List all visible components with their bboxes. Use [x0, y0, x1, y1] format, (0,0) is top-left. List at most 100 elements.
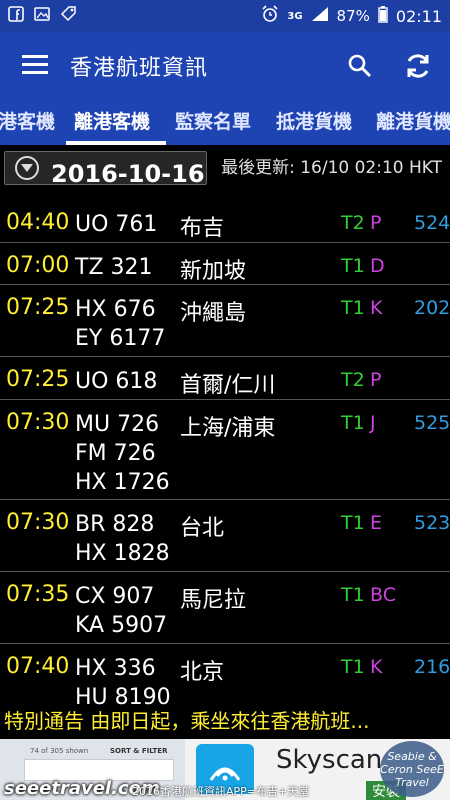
destination: 北京: [180, 660, 225, 685]
status-bar: 3G 87% 02:11: [0, 0, 450, 32]
selected-date: 2016-10-16: [51, 160, 205, 185]
facebook-icon: [8, 6, 24, 26]
tab-watch-list[interactable]: 監察名單: [175, 100, 251, 145]
flight-numbers: CX 907 KA 5907: [75, 582, 167, 640]
flight-list: 04:40 UO 761 布吉 T2 P 524 07:00 TZ 321 新加…: [0, 200, 450, 716]
terminal: T1: [341, 584, 365, 606]
flight-numbers: HX 676 EY 6177: [75, 295, 165, 353]
flight-number: HX 676: [75, 297, 156, 322]
departure-time: 07:30: [6, 510, 70, 535]
flight-number: UO 618: [75, 369, 158, 394]
gate: 524: [414, 212, 450, 234]
flight-number: BR 828: [75, 512, 155, 537]
flight-number: KA 5907: [75, 613, 168, 638]
flight-number: MU 726: [75, 412, 160, 437]
flight-number: EY 6177: [75, 326, 166, 351]
flight-numbers: HX 336 HU 8190: [75, 654, 171, 712]
refresh-button[interactable]: [400, 48, 436, 84]
alarm-icon: [261, 5, 279, 27]
destination: 台北: [180, 516, 225, 541]
terminal: T1: [341, 512, 365, 534]
search-icon: [348, 54, 372, 78]
departure-time: 07:35: [6, 582, 70, 607]
terminal: T1: [341, 656, 365, 678]
terminal: T2: [341, 212, 365, 234]
flight-row[interactable]: 04:40 UO 761 布吉 T2 P 524: [0, 200, 450, 243]
check-in-aisle: K: [370, 656, 383, 678]
app-bar: 香港航班資訊: [0, 32, 450, 100]
ad-mini-text: 74 of 305 shown: [30, 747, 89, 755]
departure-time: 04:40: [6, 210, 70, 235]
flight-row[interactable]: 07:30 MU 726 FM 726 HX 1726 上海/浦東 T1 J 5…: [0, 400, 450, 500]
watermark-logo: Seabie & Ceron SeeE Travel: [380, 741, 444, 797]
check-in-aisle: D: [370, 255, 385, 277]
terminal: T1: [341, 297, 365, 319]
site-credit-caption: 2016香港航班資訊APP=布吉+天堂: [132, 785, 310, 798]
terminal: T2: [341, 369, 365, 391]
refresh-icon: [407, 54, 429, 78]
date-row: 2016-10-16 最後更新: 16/10 02:10 HKT: [0, 145, 450, 187]
ad-banner[interactable]: 74 of 305 shown SORT & FILTER Skyscan 安裝…: [0, 739, 450, 800]
app-actions: [342, 48, 450, 84]
destination: 布吉: [180, 216, 225, 241]
tag-icon: [60, 5, 78, 27]
flight-row[interactable]: 07:30 BR 828 HX 1828 台北 T1 E 523: [0, 500, 450, 572]
network-type: 3G: [287, 10, 303, 22]
check-in-aisle: P: [370, 212, 382, 234]
flight-numbers: UO 761: [75, 210, 157, 239]
departure-time: 07:40: [6, 654, 70, 679]
last-updated: 最後更新: 16/10 02:10 HKT: [221, 158, 442, 178]
dropdown-arrow-icon: [15, 156, 39, 180]
menu-button[interactable]: [0, 32, 70, 100]
check-in-aisle: P: [370, 369, 382, 391]
departure-time: 07:00: [6, 253, 70, 278]
destination: 首爾/仁川: [180, 373, 276, 398]
ad-brand-name: Skyscan: [276, 745, 383, 775]
check-in-aisle: BC: [370, 584, 396, 606]
flight-numbers: TZ 321: [75, 253, 153, 282]
tab-arrival-cargo[interactable]: 抵港貨機: [276, 100, 352, 145]
tab-bar: 港客機 離港客機 監察名單 抵港貨機 離港貨機: [0, 100, 450, 145]
flight-number: HX 1726: [75, 470, 170, 495]
gate: 216: [414, 656, 450, 678]
date-selector[interactable]: 2016-10-16: [4, 151, 207, 185]
flight-numbers: MU 726 FM 726 HX 1726: [75, 410, 170, 497]
check-in-aisle: E: [370, 512, 383, 534]
hamburger-icon: [22, 54, 48, 78]
flight-numbers: BR 828 HX 1828: [75, 510, 170, 568]
check-in-aisle: J: [370, 412, 376, 434]
flight-row[interactable]: 07:25 UO 618 首爾/仁川 T2 P: [0, 357, 450, 400]
search-button[interactable]: [342, 48, 378, 84]
gate: 525: [414, 412, 450, 434]
departure-time: 07:25: [6, 367, 70, 392]
system-status: 3G 87% 02:11: [261, 5, 442, 27]
clock: 02:11: [395, 6, 442, 26]
flight-number: UO 761: [75, 212, 158, 237]
gate: 523: [414, 512, 450, 534]
tab-departure-passenger[interactable]: 離港客機: [74, 100, 150, 145]
tab-arrival-passenger[interactable]: 港客機: [0, 100, 55, 145]
destination: 沖繩島: [180, 301, 247, 326]
flight-number: CX 907: [75, 584, 155, 609]
notification-icons: [8, 5, 78, 27]
destination: 新加坡: [180, 259, 247, 284]
flight-row[interactable]: 07:00 TZ 321 新加坡 T1 D: [0, 243, 450, 285]
departure-time: 07:25: [6, 295, 70, 320]
flight-number: HX 1828: [75, 541, 170, 566]
battery-percent: 87%: [336, 7, 370, 25]
flight-row[interactable]: 07:35 CX 907 KA 5907 馬尼拉 T1 BC: [0, 572, 450, 644]
signal-icon: [311, 6, 329, 26]
gate: 202: [414, 297, 450, 319]
special-notice-ticker[interactable]: 特別通告 由即日起，乘坐來往香港航班...: [0, 705, 450, 739]
terminal: T1: [341, 255, 365, 277]
ad-mini-button: SORT & FILTER: [110, 747, 168, 755]
flight-number: HX 336: [75, 656, 156, 681]
check-in-aisle: K: [370, 297, 383, 319]
flight-row[interactable]: 07:25 HX 676 EY 6177 沖繩島 T1 K 202: [0, 285, 450, 357]
flight-number: FM 726: [75, 441, 156, 466]
tab-departure-cargo[interactable]: 離港貨機: [376, 100, 450, 145]
flight-number: TZ 321: [75, 255, 153, 280]
image-icon: [34, 6, 50, 26]
app-title: 香港航班資訊: [70, 56, 209, 81]
terminal: T1: [341, 412, 365, 434]
